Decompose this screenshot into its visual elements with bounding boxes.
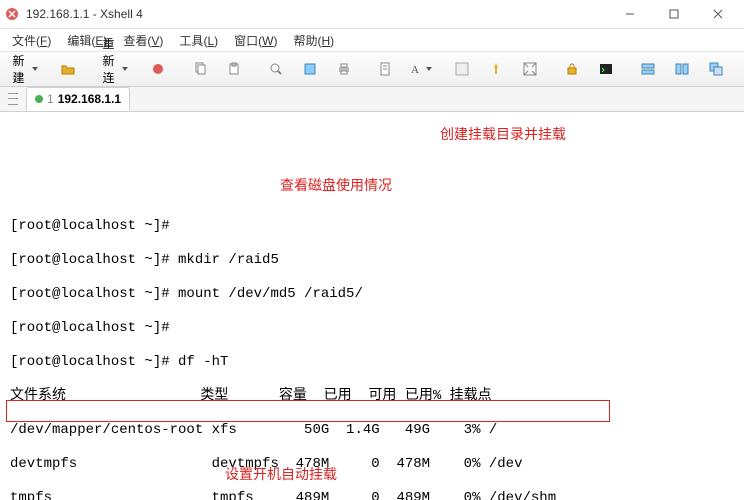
search-button[interactable] — [260, 56, 292, 82]
menu-view[interactable]: 查看(V) — [115, 30, 171, 51]
titlebar: 192.168.1.1 - Xshell 4 — [0, 0, 744, 29]
minimize-button[interactable] — [608, 0, 652, 28]
annotation-fstab: 设置开机自动挂载 — [225, 466, 337, 483]
fullscreen-button[interactable] — [514, 56, 546, 82]
open-button[interactable] — [52, 56, 84, 82]
cascade-button[interactable] — [700, 56, 732, 82]
toolbar: 新建 重新连接 A — [0, 52, 744, 87]
log-button[interactable] — [370, 56, 402, 82]
tile-h-button[interactable] — [632, 56, 664, 82]
menu-file[interactable]: 文件(F) — [4, 30, 59, 51]
terminal-button[interactable] — [590, 56, 622, 82]
lock-icon — [564, 61, 580, 77]
terminal-line: [root@localhost ~]# mount /dev/md5 /raid… — [10, 286, 738, 303]
maximize-button[interactable] — [652, 0, 696, 28]
tab-number: 1 — [47, 92, 54, 106]
menu-tools[interactable]: 工具(L) — [171, 30, 226, 51]
paste-button[interactable] — [218, 56, 250, 82]
lock-button[interactable] — [556, 56, 588, 82]
tabstrip: 1 192.168.1.1 — [0, 87, 744, 112]
terminal-line: [root@localhost ~]# — [10, 218, 738, 235]
menu-window[interactable]: 窗口(W) — [226, 30, 285, 51]
chevron-down-icon — [122, 67, 128, 71]
annotation-mount: 创建挂载目录并挂载 — [440, 126, 566, 143]
tab-handle[interactable] — [6, 91, 20, 107]
terminal-line: [root@localhost ~]# — [10, 320, 738, 337]
copy-button[interactable] — [184, 56, 216, 82]
font-button[interactable]: A — [404, 56, 436, 82]
terminal-line: [root@localhost ~]# df -hT — [10, 354, 738, 371]
disconnect-button[interactable] — [142, 56, 174, 82]
status-dot-icon — [35, 95, 43, 103]
reconnect-button[interactable]: 重新连接 — [94, 56, 132, 82]
tile-v-button[interactable] — [666, 56, 698, 82]
terminal-line: /dev/mapper/centos-root xfs 50G 1.4G 49G… — [10, 422, 738, 439]
always-top-button[interactable] — [480, 56, 512, 82]
transparent-button[interactable] — [446, 56, 478, 82]
app-icon — [4, 6, 20, 22]
new-button-label: 新建 — [13, 52, 25, 86]
session-tab[interactable]: 1 192.168.1.1 — [26, 87, 130, 111]
terminal-line: 文件系统 类型 容量 已用 可用 已用% 挂载点 — [10, 388, 738, 405]
terminal[interactable]: 创建挂载目录并挂载 查看磁盘使用情况 设置开机自动挂载 [root@localh… — [0, 112, 744, 500]
terminal-line: [root@localhost ~]# mkdir /raid5 — [10, 252, 738, 269]
svg-text:A: A — [411, 64, 419, 76]
chevron-down-icon — [32, 67, 38, 71]
annotation-df: 查看磁盘使用情况 — [280, 177, 392, 194]
print-button[interactable] — [328, 56, 360, 82]
menu-help[interactable]: 帮助(H) — [285, 30, 342, 51]
close-button[interactable] — [696, 0, 740, 28]
window-title: 192.168.1.1 - Xshell 4 — [26, 7, 608, 21]
properties-button[interactable] — [294, 56, 326, 82]
tab-title: 192.168.1.1 — [58, 92, 121, 106]
new-button[interactable]: 新建 — [4, 56, 42, 82]
search-icon — [268, 61, 284, 77]
chevron-down-icon — [426, 67, 432, 71]
window-controls — [608, 0, 740, 28]
terminal-line: devtmpfs devtmpfs 478M 0 478M 0% /dev — [10, 456, 738, 473]
terminal-line: tmpfs tmpfs 489M 0 489M 0% /dev/shm — [10, 490, 738, 500]
